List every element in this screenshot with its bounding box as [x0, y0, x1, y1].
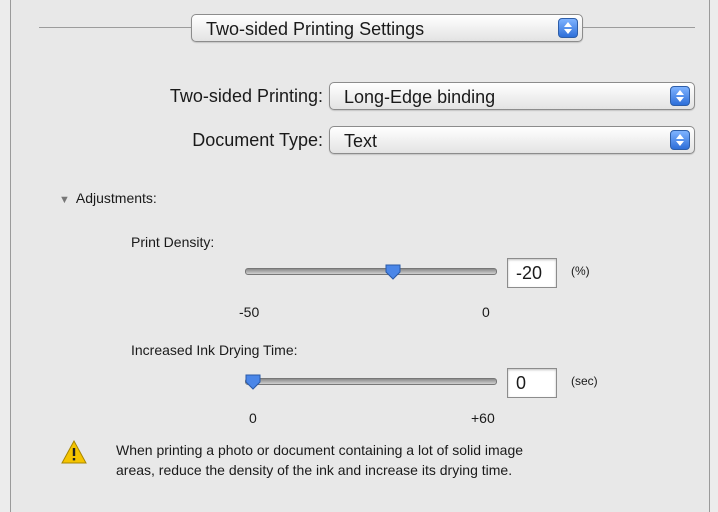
ink-drying-time-max-label: +60	[471, 410, 495, 426]
ink-drying-time-input[interactable]: 0	[507, 368, 557, 398]
separator-left	[39, 27, 191, 28]
print-density-min-label: -50	[239, 304, 260, 320]
popup-stepper-icon	[670, 86, 690, 106]
settings-mode-popup[interactable]: Two-sided Printing Settings	[191, 14, 583, 42]
two-sided-printing-value: Long-Edge binding	[344, 87, 496, 107]
adjustments-disclosure[interactable]: ▼ Adjustments:	[59, 190, 157, 206]
warning-triangle-icon	[61, 440, 87, 464]
two-sided-printing-label: Two-sided Printing:	[169, 86, 323, 106]
print-density-zero-label: 0	[482, 304, 490, 320]
warning-message: When printing a photo or document contai…	[116, 440, 696, 480]
print-density-slider-thumb[interactable]	[385, 264, 401, 280]
ink-drying-time-min-label: 0	[249, 410, 257, 426]
ink-drying-time-slider-thumb[interactable]	[245, 374, 261, 390]
print-density-unit: (%)	[571, 264, 590, 278]
printer-settings-panel: Two-sided Printing Settings Two-sided Pr…	[10, 0, 710, 512]
document-type-popup[interactable]: Text	[329, 126, 695, 154]
disclosure-triangle-icon: ▼	[59, 194, 70, 206]
ink-drying-time-slider-track[interactable]	[245, 378, 497, 385]
adjustments-label: Adjustments:	[75, 190, 157, 206]
ink-drying-time-label: Increased Ink Drying Time:	[131, 342, 298, 358]
settings-mode-label: Two-sided Printing Settings	[206, 19, 425, 39]
warning-line-1: When printing a photo or document contai…	[116, 442, 524, 458]
ink-drying-time-unit: (sec)	[571, 374, 598, 388]
print-density-label: Print Density:	[131, 234, 215, 250]
document-type-value: Text	[344, 131, 378, 151]
popup-stepper-icon	[558, 18, 578, 38]
popup-stepper-icon	[670, 130, 690, 150]
warning-line-2: areas, reduce the density of the ink and…	[116, 462, 513, 478]
two-sided-printing-popup[interactable]: Long-Edge binding	[329, 82, 695, 110]
separator-right	[583, 27, 695, 28]
print-density-input[interactable]: -20	[507, 258, 557, 288]
document-type-label: Document Type:	[192, 130, 323, 150]
print-density-slider-track[interactable]	[245, 268, 497, 275]
